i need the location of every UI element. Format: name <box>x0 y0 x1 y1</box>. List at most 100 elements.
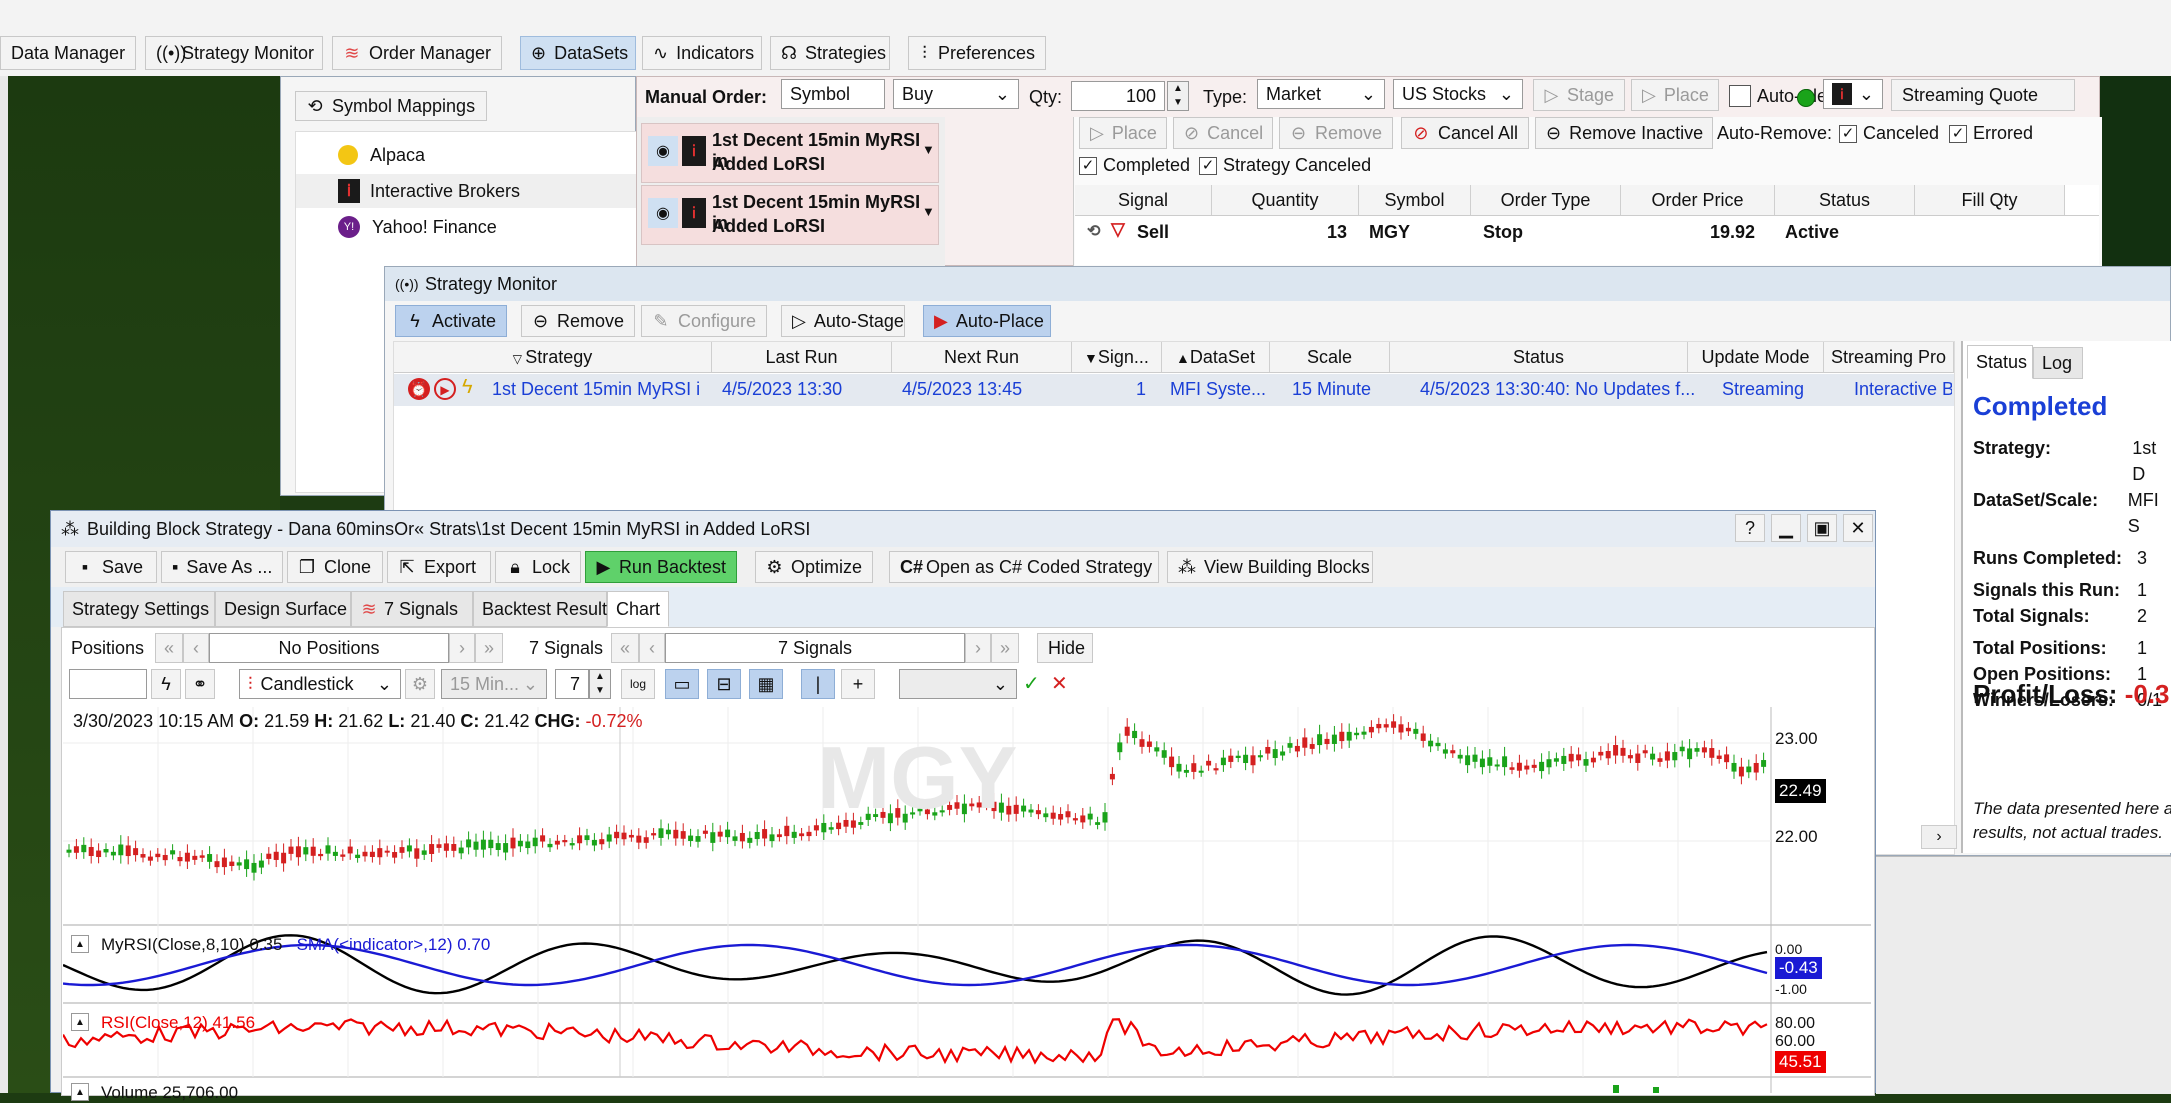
tab-chart[interactable]: Chart <box>607 591 669 627</box>
order-manager-button[interactable]: ≋ Order Manager <box>332 36 502 70</box>
clone-button[interactable]: ❐ Clone <box>287 551 383 583</box>
column-header[interactable]: ▼Sign... <box>1072 342 1162 372</box>
strategy-canceled-checkbox[interactable]: ✓ Strategy Canceled <box>1199 155 1371 176</box>
lightning-button[interactable]: ϟ <box>151 669 181 699</box>
collapse-pane-icon[interactable]: ▲ <box>71 935 89 953</box>
calendar-button[interactable]: ▦ <box>749 669 783 699</box>
side-select[interactable]: Buy ⌄ <box>893 79 1019 109</box>
tab-status[interactable]: Status <box>1967 345 2033 379</box>
column-header[interactable]: ▲DataSet <box>1162 342 1270 372</box>
column-header[interactable]: Update Mode <box>1688 342 1824 372</box>
caret-down-icon[interactable]: ▼ <box>922 142 935 157</box>
table-row[interactable]: ⏰ ▶ ϟ 1st Decent 15min MyRSI i 4/5/2023 … <box>394 374 1954 406</box>
confirm-check-icon[interactable]: ✓ <box>1023 671 1040 696</box>
open-csharp-button[interactable]: C# Open as C# Coded Strategy <box>889 551 1159 583</box>
crosshair-button[interactable]: + <box>841 669 875 699</box>
lightning-icon[interactable]: ϟ <box>462 376 473 399</box>
log-scale-button[interactable]: log <box>621 669 655 699</box>
configure-button[interactable]: ✎ Configure <box>641 305 767 337</box>
save-as-button[interactable]: ▪ Save As ... <box>161 551 283 583</box>
provider-item-alpaca[interactable]: Alpaca <box>296 138 636 172</box>
column-header[interactable]: Status <box>1775 185 1915 215</box>
scale-select[interactable]: 15 Min... ⌄ <box>441 669 547 699</box>
maximize-button[interactable]: ▣ <box>1807 514 1837 542</box>
column-header[interactable]: Quantity <box>1212 185 1359 215</box>
positions-next-button[interactable]: › <box>449 633 475 663</box>
provider-item-interactive-brokers[interactable]: ⅰ Interactive Brokers <box>296 174 636 208</box>
cancel-order-button[interactable]: ⊘ Cancel <box>1173 117 1273 149</box>
column-header[interactable]: Order Price <box>1621 185 1775 215</box>
signals-prev-button[interactable]: ‹ <box>639 633 665 663</box>
bars-input[interactable]: 7 <box>555 669 589 699</box>
style-settings-button[interactable]: ⚙ <box>405 669 435 699</box>
order-type-select[interactable]: Market ⌄ <box>1257 79 1385 109</box>
strategies-button[interactable]: ☊ Strategies <box>770 36 890 70</box>
column-header[interactable]: Symbol <box>1359 185 1471 215</box>
errored-checkbox[interactable]: ✓ Errored <box>1949 123 2033 144</box>
column-header[interactable]: Status <box>1390 342 1688 372</box>
column-header[interactable]: ▽ Strategy <box>394 342 712 372</box>
broker-select[interactable]: ⅰ ⌄ <box>1823 79 1883 109</box>
column-header[interactable]: Scale <box>1270 342 1390 372</box>
symbol-input[interactable]: Symbol <box>781 79 885 109</box>
eye-icon[interactable]: ◉ <box>648 198 678 228</box>
provider-item-yahoo[interactable]: Y! Yahoo! Finance <box>296 210 636 244</box>
drawing-select[interactable]: ⌄ <box>899 669 1017 699</box>
order-strategy-row[interactable]: ◉ ⅰ 1st Decent 15min MyRSI in Added LoRS… <box>641 185 939 245</box>
column-header[interactable]: Next Run <box>892 342 1072 372</box>
signals-next-button[interactable]: › <box>965 633 991 663</box>
lock-button[interactable]: 🔒︎ Lock <box>495 551 581 583</box>
preferences-button[interactable]: ⫶ Preferences <box>908 36 1046 70</box>
play-circle-icon[interactable]: ▶ <box>434 378 456 400</box>
positions-prev-button[interactable]: ‹ <box>183 633 209 663</box>
table-row[interactable]: ⟲ ▽ Sell 13 MGY Stop 19.92 Active <box>1075 217 2099 247</box>
qty-stepper[interactable]: ▲ ▼ <box>1167 81 1189 111</box>
positions-last-button[interactable]: » <box>475 633 503 663</box>
view-blocks-button[interactable]: ⁂ View Building Blocks <box>1167 551 1373 583</box>
symbol-mappings-button[interactable]: ⟲ Symbol Mappings <box>295 91 487 121</box>
caret-down-icon[interactable]: ▼ <box>922 204 935 219</box>
canceled-checkbox[interactable]: ✓ Canceled <box>1839 123 1939 144</box>
hide-button[interactable]: Hide <box>1037 633 1093 663</box>
remove-inactive-button[interactable]: ⊖ Remove Inactive <box>1535 117 1713 149</box>
eye-icon[interactable]: ◉ <box>648 136 678 166</box>
tab-backtest-results[interactable]: Backtest Results <box>473 591 616 627</box>
auto-place-button[interactable]: ▶ Auto-Place <box>923 305 1051 337</box>
indicators-button[interactable]: ∿ Indicators <box>642 36 762 70</box>
place-order-button[interactable]: ▷ Place <box>1079 117 1167 149</box>
pane-button[interactable]: ⊟ <box>707 669 741 699</box>
cancel-x-icon[interactable]: ✕ <box>1051 671 1068 696</box>
datasets-button[interactable]: ⊕ DataSets <box>520 36 636 70</box>
strategy-monitor-button[interactable]: ((•)) Strategy Monitor <box>145 36 323 70</box>
help-button[interactable]: ? <box>1735 514 1765 542</box>
minimize-button[interactable]: ▁ <box>1771 514 1801 542</box>
chart-symbol-input[interactable] <box>69 669 147 699</box>
chart-style-select[interactable]: ⫶ Candlestick ⌄ <box>239 669 401 699</box>
column-header[interactable]: Last Run <box>712 342 892 372</box>
alarm-icon[interactable]: ⏰ <box>408 378 430 400</box>
column-header[interactable]: Signal <box>1075 185 1212 215</box>
horizontal-scrollbar[interactable]: › <box>1921 825 1957 849</box>
collapse-pane-icon[interactable]: ▲ <box>71 1083 89 1101</box>
column-header[interactable]: Order Type <box>1471 185 1621 215</box>
link-button[interactable]: ⚭ <box>185 669 215 699</box>
order-strategy-row[interactable]: ◉ ⅰ 1st Decent 15min MyRSI in Added LoRS… <box>641 123 939 183</box>
money-button[interactable]: ▭ <box>665 669 699 699</box>
cancel-all-button[interactable]: ⊘ Cancel All <box>1401 117 1529 149</box>
column-header[interactable]: Streaming Pro <box>1824 342 1954 372</box>
place-button[interactable]: ▷ Place <box>1631 79 1719 111</box>
tab-signals[interactable]: ≋ 7 Signals <box>351 591 473 627</box>
stage-button[interactable]: ▷ Stage <box>1533 79 1625 111</box>
market-select[interactable]: US Stocks ⌄ <box>1393 79 1523 109</box>
streaming-quote-button[interactable]: Streaming Quote <box>1891 79 2075 111</box>
run-backtest-button[interactable]: ▶ Run Backtest <box>585 551 737 583</box>
column-header[interactable]: Fill Qty <box>1915 185 2065 215</box>
close-button[interactable]: ✕ <box>1843 514 1873 542</box>
tab-log[interactable]: Log <box>2033 347 2083 379</box>
positions-first-button[interactable]: « <box>155 633 183 663</box>
data-manager-button[interactable]: Data Manager <box>0 36 136 70</box>
save-button[interactable]: ▪ Save <box>65 551 157 583</box>
signals-last-button[interactable]: » <box>991 633 1019 663</box>
auto-stage-button[interactable]: ▷ Auto-Stage <box>781 305 905 337</box>
optimize-button[interactable]: ⚙ Optimize <box>755 551 873 583</box>
